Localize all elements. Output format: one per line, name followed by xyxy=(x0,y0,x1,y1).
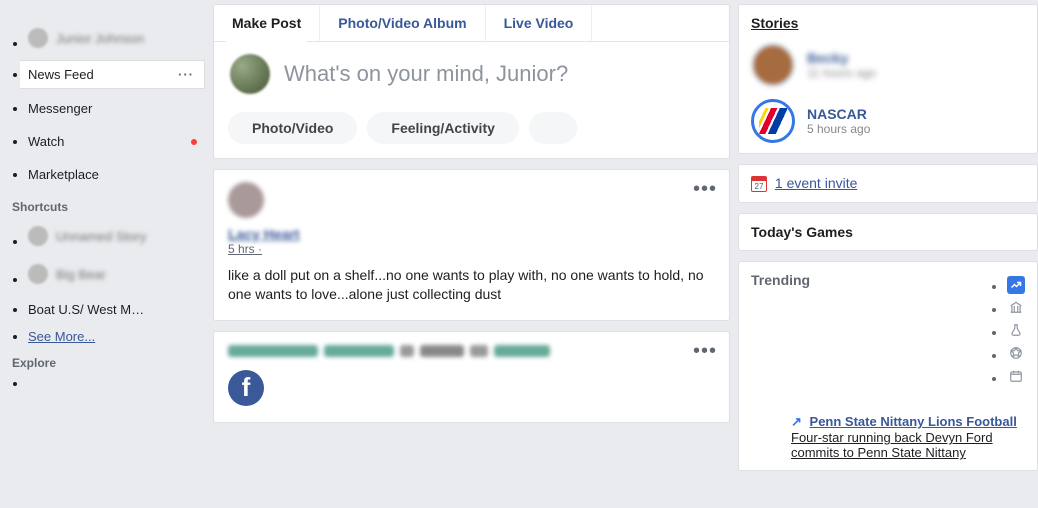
sidebar-profile[interactable]: Junior Johnson xyxy=(20,22,205,54)
post-timestamp[interactable]: 5 hrs · xyxy=(228,242,715,256)
trending-article[interactable]: ↗ Penn State Nittany Lions Football Four… xyxy=(791,414,1025,460)
post-author[interactable]: Lacy Heart xyxy=(228,226,300,242)
story-time: 5 hours ago xyxy=(807,122,870,136)
feed-column: Make Post Photo/Video Album Live Video W… xyxy=(213,0,730,433)
trending-heading: Trending xyxy=(751,272,810,288)
shortcut-label: Unnamed Story xyxy=(56,229,146,244)
badge-dot xyxy=(191,139,197,145)
post-card: ••• Lacy Heart 5 hrs · like a doll put o… xyxy=(213,169,730,321)
calendar-icon xyxy=(751,176,767,192)
see-more-link[interactable]: See More... xyxy=(28,329,95,344)
trending-article-sub: Four-star running back Devyn Ford commit… xyxy=(791,430,1025,460)
avatar xyxy=(28,28,48,48)
games-heading: Today's Games xyxy=(751,224,853,240)
event-invite-link[interactable]: 1 event invite xyxy=(775,175,858,191)
shortcut-item[interactable]: Unnamed Story xyxy=(20,220,205,252)
trending-tab-top-icon[interactable] xyxy=(1007,276,1025,294)
shortcut-label: Boat U.S/ West M… xyxy=(28,302,144,317)
shortcut-item[interactable]: Boat U.S/ West M… xyxy=(20,296,205,323)
composer-input[interactable]: What's on your mind, Junior? xyxy=(284,61,568,87)
profile-name: Junior Johnson xyxy=(56,31,144,46)
avatar xyxy=(230,54,270,94)
shortcut-icon xyxy=(28,264,48,284)
sidebar-item-label: Marketplace xyxy=(28,167,197,182)
story-item[interactable]: Becky 11 hours ago xyxy=(751,43,1025,87)
games-card: Today's Games xyxy=(738,213,1038,251)
post-text: like a doll put on a shelf...no one want… xyxy=(228,266,715,304)
story-name: Becky xyxy=(807,50,876,66)
shortcut-label: Big Bear xyxy=(56,267,106,282)
trending-card: Trending xyxy=(738,261,1038,471)
tab-photo-album[interactable]: Photo/Video Album xyxy=(320,5,485,41)
sidebar-item-marketplace[interactable]: Marketplace xyxy=(20,161,205,188)
trending-tab-politics-icon[interactable] xyxy=(1007,298,1025,316)
trending-tab-entertainment-icon[interactable] xyxy=(1007,367,1025,385)
trending-tab-sports-icon[interactable] xyxy=(1007,344,1025,362)
trending-article-title[interactable]: Penn State Nittany Lions Football xyxy=(810,414,1017,429)
story-avatar xyxy=(751,99,795,143)
composer-tabs: Make Post Photo/Video Album Live Video xyxy=(214,5,729,42)
tab-live-video[interactable]: Live Video xyxy=(486,5,593,41)
story-item[interactable]: NASCAR 5 hours ago xyxy=(751,99,1025,143)
events-card: 1 event invite xyxy=(738,164,1038,203)
right-column: Stories Becky 11 hours ago NASCAR 5 hour… xyxy=(738,0,1038,481)
composer-action-photo[interactable]: Photo/Video xyxy=(228,112,357,144)
tab-make-post[interactable]: Make Post xyxy=(214,5,320,41)
trend-arrow-icon: ↗ xyxy=(791,414,802,429)
avatar[interactable] xyxy=(228,182,264,218)
composer-action-more[interactable] xyxy=(529,112,577,144)
shortcut-item[interactable]: Big Bear xyxy=(20,258,205,290)
post-menu-icon[interactable]: ••• xyxy=(693,178,717,201)
sidebar-item-label: Watch xyxy=(28,134,183,149)
left-sidebar: Junior Johnson News Feed Messenger Watch xyxy=(0,0,205,397)
composer-card: Make Post Photo/Video Album Live Video W… xyxy=(213,4,730,159)
facebook-icon: f xyxy=(228,370,264,406)
trending-tab-science-icon[interactable] xyxy=(1007,321,1025,339)
shortcuts-heading: Shortcuts xyxy=(12,200,205,214)
sidebar-item-label: News Feed xyxy=(28,67,196,82)
shortcut-icon xyxy=(28,226,48,246)
sidebar-item-watch[interactable]: Watch xyxy=(20,128,205,155)
story-time: 11 hours ago xyxy=(807,66,876,80)
sidebar-item-newsfeed[interactable]: News Feed xyxy=(20,60,205,89)
nascar-icon xyxy=(759,108,787,134)
composer-action-feeling[interactable]: Feeling/Activity xyxy=(367,112,518,144)
post-menu-icon[interactable]: ••• xyxy=(693,340,717,363)
sidebar-item-label: Messenger xyxy=(28,101,197,116)
stories-card: Stories Becky 11 hours ago NASCAR 5 hour… xyxy=(738,4,1038,154)
explore-heading: Explore xyxy=(12,356,205,370)
stories-heading[interactable]: Stories xyxy=(751,15,798,31)
story-avatar xyxy=(751,43,795,87)
sidebar-item-messenger[interactable]: Messenger xyxy=(20,95,205,122)
post-card: ••• f xyxy=(213,331,730,423)
post-header-blurred xyxy=(228,344,715,358)
story-name: NASCAR xyxy=(807,106,870,122)
